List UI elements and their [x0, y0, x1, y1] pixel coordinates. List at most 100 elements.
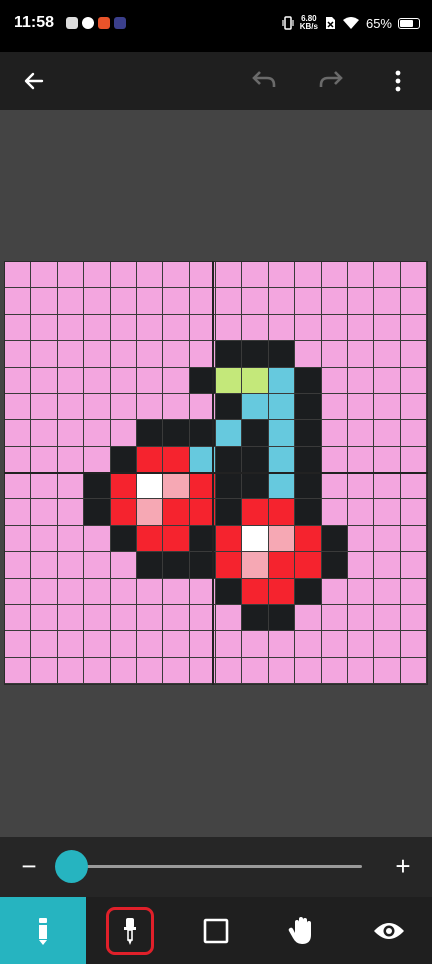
pixel-cell[interactable] [268, 393, 296, 421]
pixel-cell[interactable] [295, 604, 322, 632]
hand-tool[interactable] [259, 897, 345, 964]
pixel-cell[interactable] [84, 288, 111, 315]
pixel-cell[interactable] [400, 604, 427, 632]
pixel-cell[interactable] [216, 499, 243, 526]
pixel-cell[interactable] [374, 262, 401, 289]
redo-button[interactable] [310, 60, 352, 102]
pixel-cell[interactable] [136, 578, 164, 605]
pixel-cell[interactable] [110, 262, 137, 289]
pixel-cell[interactable] [57, 631, 85, 658]
pixel-cell[interactable] [321, 657, 348, 684]
zoom-in-button[interactable]: + [388, 851, 418, 881]
pixel-cell[interactable] [136, 393, 164, 421]
pixel-cell[interactable] [136, 367, 164, 394]
pixel-cell[interactable] [57, 446, 85, 473]
pixel-cell[interactable] [242, 525, 269, 553]
pixel-cell[interactable] [57, 604, 85, 632]
pixel-cell[interactable] [84, 578, 111, 605]
pixel-cell[interactable] [268, 341, 296, 368]
pixel-cell[interactable] [347, 657, 375, 684]
pixel-cell[interactable] [5, 262, 32, 289]
pixel-cell[interactable] [347, 631, 375, 658]
pixel-cell[interactable] [136, 604, 164, 632]
pixel-cell[interactable] [216, 552, 243, 579]
pixel-cell[interactable] [347, 473, 375, 500]
pixel-cell[interactable] [163, 420, 190, 447]
pixel-cell[interactable] [5, 314, 32, 342]
pixel-cell[interactable] [136, 341, 164, 368]
pixel-cell[interactable] [57, 393, 85, 421]
canvas-area[interactable] [0, 110, 432, 837]
pixel-cell[interactable] [295, 473, 322, 500]
pixel-cell[interactable] [268, 578, 296, 605]
pixel-cell[interactable] [268, 525, 296, 553]
pixel-cell[interactable] [31, 314, 58, 342]
pixel-cell[interactable] [136, 314, 164, 342]
pixel-cell[interactable] [321, 552, 348, 579]
pixel-cell[interactable] [400, 473, 427, 500]
pixel-cell[interactable] [216, 288, 243, 315]
pixel-cell[interactable] [31, 525, 58, 553]
pixel-cell[interactable] [374, 657, 401, 684]
pixel-cell[interactable] [163, 578, 190, 605]
pixel-cell[interactable] [374, 446, 401, 473]
pixel-cell[interactable] [110, 552, 137, 579]
pixel-cell[interactable] [110, 446, 137, 473]
pixel-cell[interactable] [57, 262, 85, 289]
pixel-cell[interactable] [5, 578, 32, 605]
pixel-cell[interactable] [84, 420, 111, 447]
pixel-cell[interactable] [57, 657, 85, 684]
pixel-cell[interactable] [57, 288, 85, 315]
pixel-cell[interactable] [400, 420, 427, 447]
pixel-cell[interactable] [321, 314, 348, 342]
pixel-cell[interactable] [400, 288, 427, 315]
pixel-cell[interactable] [84, 525, 111, 553]
pixel-cell[interactable] [268, 657, 296, 684]
pixel-cell[interactable] [31, 473, 58, 500]
pixel-cell[interactable] [321, 341, 348, 368]
pixel-cell[interactable] [31, 604, 58, 632]
pixel-cell[interactable] [163, 499, 190, 526]
pixel-cell[interactable] [295, 420, 322, 447]
pixel-cell[interactable] [57, 367, 85, 394]
pixel-cell[interactable] [347, 420, 375, 447]
pixel-cell[interactable] [163, 393, 190, 421]
pixel-cell[interactable] [31, 552, 58, 579]
pixel-cell[interactable] [216, 578, 243, 605]
pixel-cell[interactable] [136, 262, 164, 289]
pixel-cell[interactable] [268, 288, 296, 315]
pixel-cell[interactable] [163, 525, 190, 553]
pixel-cell[interactable] [31, 420, 58, 447]
pixel-cell[interactable] [400, 525, 427, 553]
pixel-cell[interactable] [268, 631, 296, 658]
pixel-cell[interactable] [84, 367, 111, 394]
pixel-cell[interactable] [347, 604, 375, 632]
pixel-cell[interactable] [5, 393, 32, 421]
pixel-cell[interactable] [163, 288, 190, 315]
back-button[interactable] [13, 60, 55, 102]
pixel-cell[interactable] [216, 341, 243, 368]
pixel-cell[interactable] [321, 631, 348, 658]
pixel-cell[interactable] [31, 393, 58, 421]
pixel-cell[interactable] [31, 288, 58, 315]
pixel-cell[interactable] [268, 367, 296, 394]
pixel-cell[interactable] [84, 446, 111, 473]
pixel-cell[interactable] [374, 578, 401, 605]
pixel-cell[interactable] [136, 499, 164, 526]
pixel-cell[interactable] [31, 446, 58, 473]
pixel-cell[interactable] [163, 262, 190, 289]
pixel-cell[interactable] [216, 525, 243, 553]
pixel-cell[interactable] [216, 446, 243, 473]
pixel-cell[interactable] [400, 393, 427, 421]
pixel-cell[interactable] [110, 499, 137, 526]
pixel-cell[interactable] [5, 446, 32, 473]
pixel-cell[interactable] [84, 499, 111, 526]
pixel-cell[interactable] [374, 341, 401, 368]
pixel-cell[interactable] [31, 578, 58, 605]
pixel-cell[interactable] [347, 499, 375, 526]
pixel-cell[interactable] [84, 393, 111, 421]
pixel-cell[interactable] [242, 631, 269, 658]
pixel-cell[interactable] [110, 393, 137, 421]
pixel-cell[interactable] [57, 499, 85, 526]
pixel-cell[interactable] [321, 578, 348, 605]
